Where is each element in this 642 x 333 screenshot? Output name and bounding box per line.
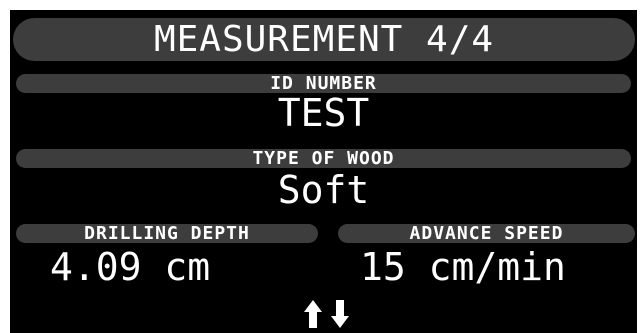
device-screen: MEASUREMENT 4/4 ID NUMBER TEST TYPE OF W… (10, 10, 637, 333)
navigation-arrows (300, 298, 360, 333)
arrow-up-icon[interactable] (303, 298, 323, 330)
drilling-depth-value: 4.09 cm (50, 245, 211, 289)
page-title: MEASUREMENT 4/4 (13, 18, 635, 61)
advance-speed-value: 15 cm/min (360, 245, 566, 289)
advance-speed-label: ADVANCE SPEED (338, 223, 635, 244)
wood-type-label: TYPE OF WOOD (16, 148, 631, 169)
wood-type-value: Soft (277, 168, 370, 212)
drilling-depth-label: DRILLING DEPTH (16, 223, 318, 244)
id-number-value: TEST (277, 91, 370, 135)
arrow-down-icon[interactable] (330, 298, 350, 330)
